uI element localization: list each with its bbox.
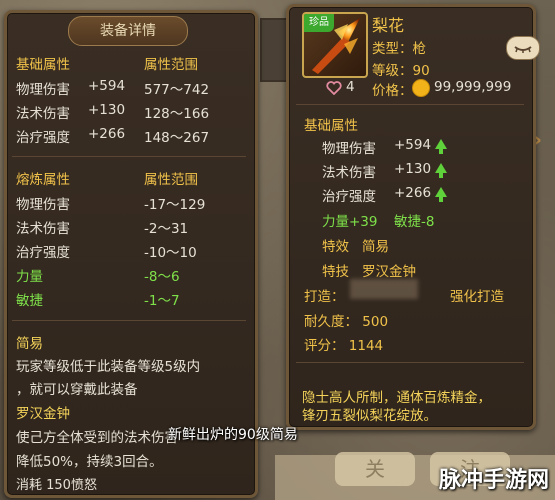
base-row-value: +266 (88, 126, 126, 142)
base-range-header: 属性范围 (144, 57, 198, 73)
item-durability: 耐久度： 500 (304, 314, 389, 330)
coin-icon (412, 79, 430, 97)
section-divider (296, 104, 524, 105)
item-name: 梨花 (372, 16, 405, 35)
skill-description: 使己方全体受到的法术伤害 (16, 430, 178, 446)
skill-consume: 消耗 150愤怒 (16, 478, 97, 493)
item-base-header: 基础属性 (304, 118, 358, 134)
effect-description: 玩家等级低于此装备等级5级内 (16, 359, 201, 375)
eye-toggle-button[interactable] (506, 36, 540, 60)
item-skill-value: 罗汉金钟 (362, 264, 416, 280)
base-row-value: +130 (88, 102, 126, 118)
item-stat-value: +266 (394, 185, 432, 201)
item-strength: 力量+39 (322, 214, 378, 230)
item-stat-name: 治疗强度 (322, 189, 376, 205)
item-effect-value: 简易 (362, 239, 389, 255)
base-row-name: 治疗强度 (16, 130, 70, 146)
item-icon[interactable]: 珍品 (302, 12, 368, 78)
effect-description: ，就可以穿戴此装备 (16, 382, 138, 398)
base-row-range: 148～267 (144, 130, 210, 146)
item-stat-name: 物理伤害 (322, 141, 376, 157)
item-score: 评分： 1144 (304, 338, 384, 354)
base-row-value: +594 (88, 78, 126, 94)
item-level: 等级：90 (372, 63, 430, 79)
forger-name-blurred (350, 279, 418, 299)
base-row-name: 物理伤害 (16, 82, 70, 98)
site-watermark: 脉冲手游网 (438, 468, 549, 493)
item-effect-label: 特效 (322, 239, 349, 255)
video-caption: 新鲜出炉的90级简易 (168, 427, 298, 443)
refine-row-name: 敏捷 (16, 293, 43, 309)
refine-range-header: 属性范围 (144, 172, 198, 188)
refine-row-name: 法术伤害 (16, 221, 70, 237)
refine-attr-header: 熔炼属性 (16, 172, 70, 188)
item-type: 类型：枪 (372, 41, 426, 57)
base-attr-header: 基础属性 (16, 57, 70, 73)
item-description: 隐士高人所制，通体百炼精金， (302, 390, 491, 406)
item-stat-name: 法术伤害 (322, 165, 376, 181)
refine-row-name: 力量 (16, 269, 43, 285)
price-label: 价格： (372, 83, 413, 99)
section-divider (296, 362, 524, 363)
refine-row-range: -2～31 (144, 221, 189, 237)
effect-name: 简易 (16, 336, 43, 352)
skill-description: 降低50%，持续3回合。 (16, 454, 163, 470)
refine-row-range: -8～6 (144, 269, 180, 285)
detail-panel-title: 装备详情 (68, 16, 188, 46)
item-skill-label: 特技 (322, 264, 349, 280)
base-row-name: 法术伤害 (16, 106, 70, 122)
rarity-badge: 珍品 (304, 14, 334, 32)
skill-name: 罗汉金钟 (16, 406, 70, 422)
background-button-close[interactable]: 关 (335, 452, 415, 486)
refine-row-name: 物理伤害 (16, 197, 70, 213)
enhance-forge-button[interactable]: 强化打造 (450, 285, 504, 305)
eye-icon (514, 46, 532, 53)
item-description: 锋刃五裂似梨花绽放。 (302, 408, 437, 424)
heart-icon[interactable] (326, 80, 342, 99)
item-stat-value: +130 (394, 161, 432, 177)
refine-row-range: -17～129 (144, 197, 206, 213)
section-divider (12, 320, 246, 321)
refine-row-range: -10～10 (144, 245, 197, 261)
item-price: 99,999,999 (434, 79, 512, 95)
item-stat-value: +594 (394, 137, 432, 153)
item-agility: 敏捷-8 (394, 214, 435, 230)
like-count: 4 (346, 79, 355, 95)
refine-row-range: -1～7 (144, 293, 180, 309)
base-row-range: 577～742 (144, 82, 210, 98)
section-divider (12, 156, 246, 157)
base-row-range: 128～166 (144, 106, 210, 122)
forge-label: 打造： (304, 289, 345, 305)
refine-row-name: 治疗强度 (16, 245, 70, 261)
